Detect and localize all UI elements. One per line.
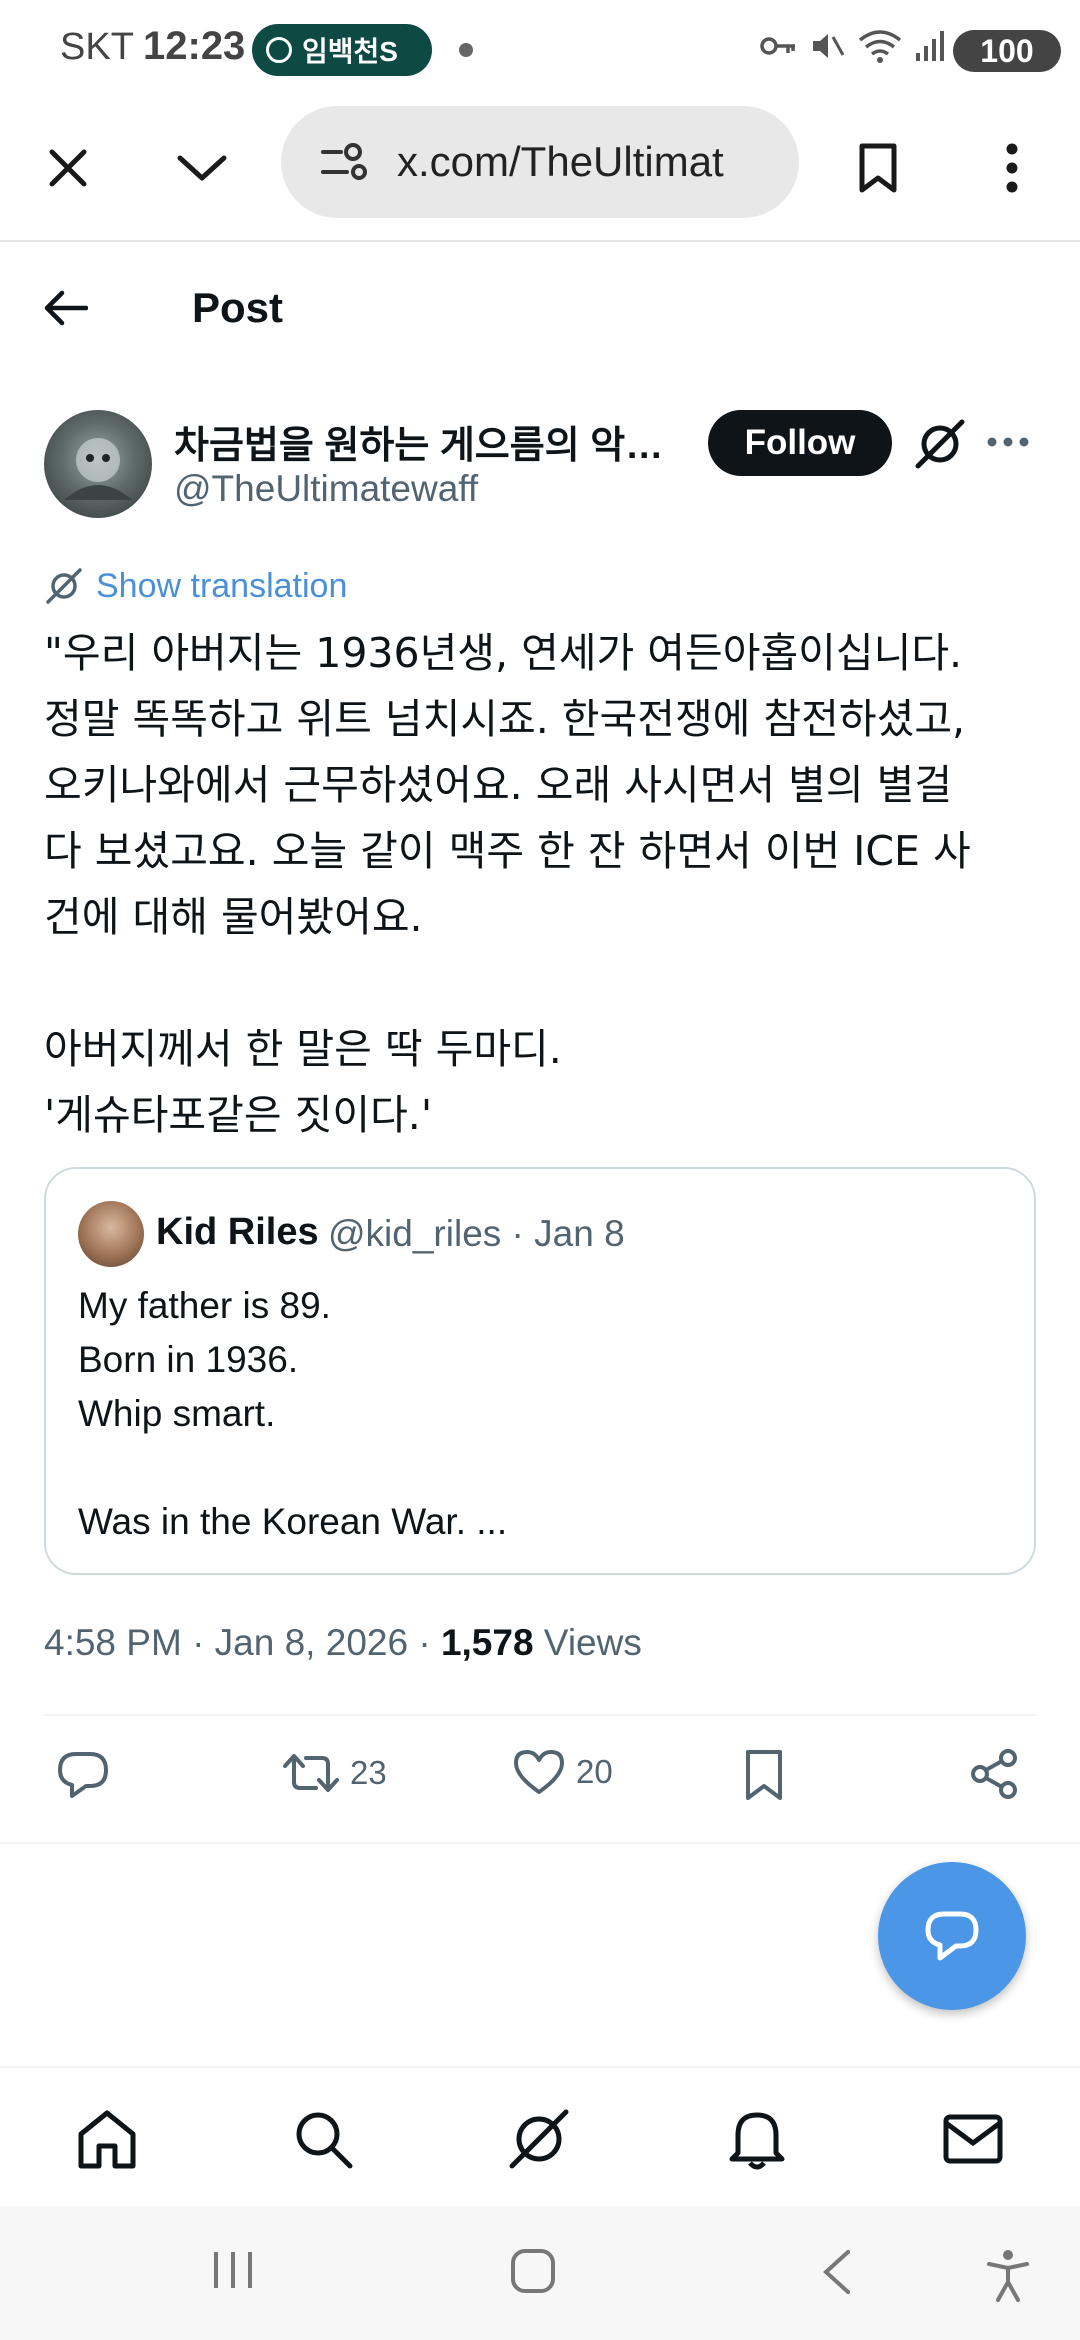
key-icon	[760, 37, 795, 55]
show-translation-label: Show translation	[96, 566, 348, 605]
quoted-author-handle-date: @kid_riles · Jan 8	[328, 1213, 625, 1254]
bookmark-icon	[859, 143, 897, 193]
divider	[44, 1714, 1036, 1716]
author-handle[interactable]: @TheUltimatewaff	[174, 468, 478, 510]
repost-icon	[283, 1754, 339, 1792]
nav-home[interactable]	[72, 2104, 142, 2174]
quoted-author-name: Kid Riles	[156, 1211, 319, 1253]
bottom-nav	[0, 2066, 1080, 2206]
more-horizontal-icon	[987, 437, 1029, 447]
author-avatar[interactable]	[44, 410, 152, 518]
more-vertical-icon	[1006, 143, 1018, 193]
browser-menu-button[interactable]	[972, 128, 1052, 208]
views-label: Views	[533, 1622, 642, 1663]
status-bar: SKT 12:23 임백천S 100	[0, 0, 1080, 100]
wifi-icon	[858, 30, 902, 63]
accessibility-button[interactable]	[986, 2248, 1030, 2307]
heart-icon	[514, 1750, 564, 1794]
reply-icon	[58, 1752, 108, 1798]
nav-search[interactable]	[288, 2104, 358, 2174]
post-meta: 4:58 PM · Jan 8, 2026 · 1,578 Views	[44, 1622, 642, 1664]
address-bar[interactable]: x.com/TheUltimat	[281, 106, 799, 218]
quoted-post-text: My father is 89. Born in 1936. Whip smar…	[78, 1285, 508, 1542]
like-count: 20	[576, 1753, 613, 1790]
nav-messages[interactable]	[938, 2104, 1008, 2174]
mute-icon	[813, 34, 845, 58]
like-button[interactable]: 20	[512, 1748, 613, 1796]
page-title: Post	[192, 284, 284, 331]
battery-indicator: 100	[953, 30, 1061, 72]
quoted-author-avatar[interactable]	[78, 1201, 144, 1267]
follow-button[interactable]: Follow	[708, 410, 892, 476]
avatar-art	[64, 438, 132, 500]
divider	[0, 1842, 1080, 1844]
arrow-left-icon	[44, 290, 89, 326]
carrier-label: SKT	[60, 26, 134, 68]
tune-icon	[321, 143, 367, 180]
back-system-button[interactable]	[820, 2248, 852, 2301]
action-bar: 23 20	[0, 1740, 1080, 1820]
app-icon	[266, 37, 292, 63]
bell-icon	[729, 2112, 785, 2170]
post-more-button[interactable]	[986, 414, 1030, 475]
url-text: x.com/TheUltimat	[397, 138, 724, 185]
grok-icon	[46, 568, 82, 604]
notification-pill-label: 임백천S	[302, 36, 398, 67]
bookmark-post-button[interactable]	[744, 1748, 784, 1802]
reply-icon	[925, 1911, 979, 1961]
post-body: "우리 아버지는 1936년생, 연세가 여든아홉이십니다. 정말 똑똑하고 위…	[44, 629, 971, 1139]
quoted-post-card[interactable]: Kid Riles @kid_riles · Jan 8 My father i…	[44, 1167, 1036, 1575]
reply-button[interactable]	[56, 1748, 110, 1800]
share-button[interactable]	[968, 1748, 1020, 1800]
bookmark-icon	[746, 1750, 782, 1800]
recents-icon	[214, 2252, 252, 2288]
minimize-button[interactable]	[162, 128, 242, 208]
author-name[interactable]: 차금법을 원하는 게으름의 악…	[174, 414, 694, 469]
grok-icon	[509, 2109, 569, 2169]
views-count: 1,578	[440, 1622, 534, 1663]
system-nav-bar	[0, 2206, 1080, 2340]
bookmark-page-button[interactable]	[838, 128, 918, 208]
accessibility-icon	[987, 2250, 1029, 2302]
back-chevron-icon	[823, 2250, 850, 2294]
clock: 12:23	[143, 24, 246, 68]
share-icon	[971, 1749, 1017, 1799]
grok-icon	[915, 419, 965, 469]
search-icon	[296, 2112, 353, 2169]
compose-reply-button[interactable]	[878, 1862, 1026, 2010]
show-translation-link[interactable]: Show translation	[44, 566, 347, 606]
square-home-icon	[511, 2249, 555, 2293]
post-header: Post	[0, 250, 1080, 370]
repost-count: 23	[350, 1754, 387, 1791]
grok-button[interactable]	[912, 416, 968, 477]
home-system-button[interactable]	[510, 2248, 556, 2299]
home-icon	[78, 2110, 136, 2169]
notification-pill[interactable]: 임백천S	[252, 24, 432, 76]
nav-notifications[interactable]	[722, 2104, 792, 2174]
notification-dot	[459, 43, 473, 57]
close-tab-button[interactable]	[28, 128, 108, 208]
post-timestamp: 4:58 PM · Jan 8, 2026 ·	[44, 1622, 441, 1663]
repost-button[interactable]: 23	[282, 1748, 387, 1798]
back-button[interactable]	[44, 290, 89, 331]
mail-icon	[943, 2114, 1003, 2164]
signal-icon	[916, 31, 944, 61]
browser-toolbar: x.com/TheUltimat	[0, 100, 1080, 242]
recent-apps-button[interactable]	[210, 2248, 256, 2297]
nav-grok[interactable]	[504, 2104, 574, 2174]
chevron-down-icon	[177, 155, 227, 181]
status-icons	[760, 28, 946, 64]
close-icon	[49, 149, 87, 187]
